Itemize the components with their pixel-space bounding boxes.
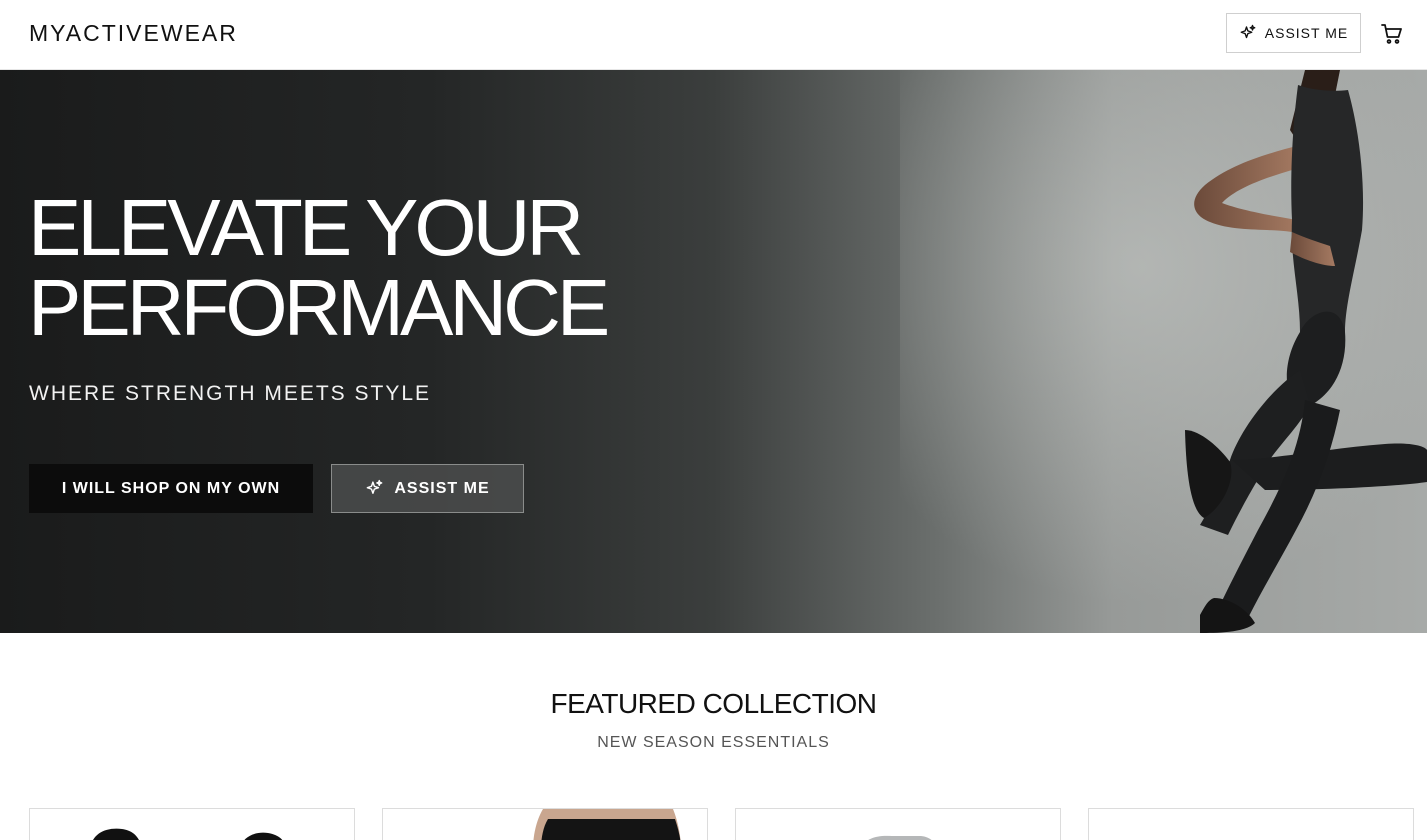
hero-title-line-2: PERFORMANCE (28, 263, 610, 352)
sparkle-icon (367, 479, 383, 494)
featured-subtitle: NEW SEASON ESSENTIALS (597, 734, 830, 751)
product-image (868, 835, 932, 840)
hero-title-line-1: ELEVATE YOUR (28, 183, 584, 272)
product-image (93, 828, 283, 840)
header-assist-label: ASSIST ME (1264, 25, 1349, 41)
athlete-image (1185, 70, 1427, 633)
site-header: MYACTIVEWEAR ASSIST ME (0, 0, 1427, 70)
product-image (533, 809, 681, 840)
hero-subtitle: WHERE STRENGTH MEETS STYLE (29, 382, 432, 405)
hero-banner: ELEVATE YOUR PERFORMANCE WHERE STRENGTH … (0, 70, 1427, 633)
sparkle-icon (1240, 24, 1256, 39)
product-card[interactable] (382, 808, 708, 840)
featured-title: FEATURED COLLECTION (550, 688, 877, 719)
shop-on-my-own-label: I WILL SHOP ON MY OWN (61, 479, 281, 497)
hero-assist-button[interactable]: ASSIST ME (331, 464, 524, 513)
hero-title: ELEVATE YOUR PERFORMANCE (28, 183, 610, 352)
site-logo[interactable]: MYACTIVEWEAR (29, 20, 238, 47)
hero-assist-label: ASSIST ME (394, 479, 490, 497)
cart-icon[interactable] (1380, 22, 1404, 46)
shop-on-my-own-button[interactable]: I WILL SHOP ON MY OWN (29, 464, 313, 513)
product-card[interactable] (735, 808, 1061, 840)
product-card[interactable] (1088, 808, 1414, 840)
header-assist-button[interactable]: ASSIST ME (1226, 13, 1361, 53)
product-card[interactable] (29, 808, 355, 840)
